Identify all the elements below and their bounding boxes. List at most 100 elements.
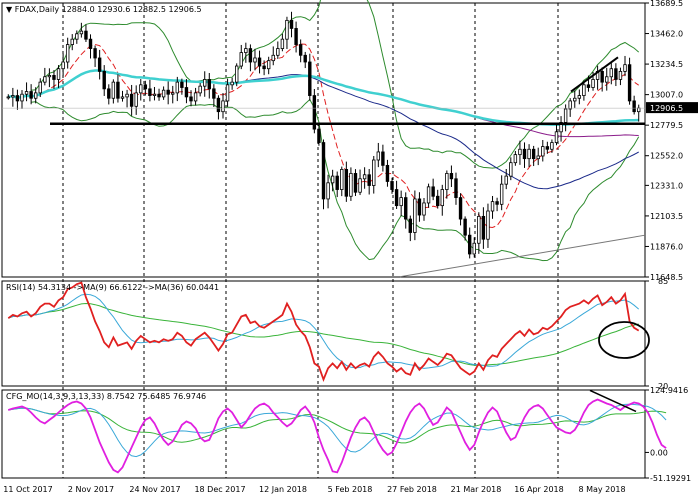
candle-body [184, 87, 189, 98]
candle-body [330, 175, 335, 184]
candle-body [207, 79, 211, 90]
x-axis-label: 16 Apr 2018 [514, 485, 563, 494]
x-axis-label: 12 Jan 2018 [259, 485, 307, 494]
candle-body [97, 57, 102, 72]
candle-body [29, 91, 33, 99]
candle-body [627, 64, 632, 102]
candle-body [349, 173, 353, 197]
candle-body [623, 64, 627, 72]
rsi-line [7, 281, 640, 383]
candle-body [531, 148, 536, 160]
candle-body [203, 79, 207, 87]
candle-body [56, 68, 61, 80]
candle-body [6, 96, 10, 99]
candle-body [449, 173, 454, 180]
candle-body [38, 81, 42, 94]
candle-body [541, 146, 545, 157]
cfg-axis-label: -51.19291 [650, 474, 691, 483]
candle-body [298, 44, 303, 56]
candle-body [321, 142, 326, 200]
candle-body [308, 61, 312, 96]
candle-body [340, 169, 344, 190]
cfg-panel-title: CFG_MO(14,3,9,3,13,33) 8.7542 75.6485 76… [6, 392, 206, 401]
rsi-axis-label: 85 [658, 277, 668, 286]
candle-body [266, 60, 271, 70]
candle-body [527, 148, 531, 160]
candle-body [632, 100, 636, 113]
candle-body [591, 79, 595, 88]
candle-body [20, 93, 24, 102]
rsi-ma36 [8, 302, 639, 366]
candle-body [102, 70, 106, 90]
candle-body [253, 57, 257, 63]
candle-body [545, 146, 550, 150]
candle-body [445, 173, 449, 190]
candle-body [107, 88, 111, 99]
candle-body [262, 65, 266, 70]
candle-body [216, 97, 221, 113]
candle-body [376, 151, 381, 161]
candle-body [70, 38, 74, 45]
candle-body [139, 84, 143, 94]
channel-line [399, 234, 646, 278]
rsi-highlight-ellipse [598, 321, 650, 359]
candle-body [499, 183, 504, 205]
candle-body [618, 70, 623, 80]
candle-body [43, 76, 47, 83]
candle-body [157, 93, 161, 98]
price-axis-label: 12779.5 [650, 121, 683, 130]
x-axis-label: 5 Feb 2018 [328, 485, 373, 494]
panel-frame-3 [1, 389, 646, 479]
candle-body [586, 84, 591, 88]
candle-body [198, 85, 202, 94]
candle-body [148, 88, 152, 96]
candle-body [422, 202, 426, 216]
candle-body [358, 178, 362, 193]
candle-body [605, 76, 609, 83]
price-axis-label: 11876.0 [650, 242, 683, 251]
candle-body [600, 70, 604, 83]
candle-body [129, 93, 134, 107]
candle-body [481, 215, 486, 240]
candle-body [166, 89, 170, 95]
candle-body [477, 215, 481, 244]
candle-body [75, 33, 79, 40]
cfg-signal-1 [8, 403, 667, 458]
candle-body [568, 100, 572, 110]
candle-body [180, 81, 184, 88]
candle-body [367, 174, 371, 186]
candle-body [221, 100, 225, 113]
candle-body [513, 154, 518, 164]
price-axis-label: 13462.0 [650, 30, 683, 39]
candle-body [93, 48, 97, 59]
candle-body [609, 68, 614, 78]
candle-body [52, 75, 56, 80]
candle-body [467, 234, 472, 255]
candle-body [518, 148, 522, 156]
candle-body [413, 198, 417, 233]
candle-body [257, 57, 262, 67]
candle-body [637, 107, 641, 113]
x-axis-label: 27 Feb 2018 [387, 485, 437, 494]
last-price-label: 12906.5 [650, 104, 683, 113]
candle-body [390, 181, 394, 190]
candle-body [11, 95, 15, 98]
candle-body [381, 151, 385, 166]
candle-body [171, 92, 175, 95]
candle-body [285, 19, 289, 40]
x-axis-label: 21 Mar 2018 [451, 485, 502, 494]
price-axis-label: 13007.0 [650, 91, 683, 100]
candle-body [577, 95, 582, 99]
x-axis-label: 8 May 2018 [578, 485, 625, 494]
candle-body [244, 48, 248, 54]
candle-body [212, 88, 216, 99]
candle-body [573, 97, 577, 102]
price-axis-label: 12552.0 [650, 152, 683, 161]
candle-body [326, 182, 330, 200]
candle-body [495, 201, 499, 205]
candle-body [294, 28, 298, 45]
candle-body [335, 175, 339, 190]
candle-body [417, 198, 422, 216]
cfg-axis-label: 0.00 [650, 448, 668, 457]
candle-body [88, 38, 93, 49]
